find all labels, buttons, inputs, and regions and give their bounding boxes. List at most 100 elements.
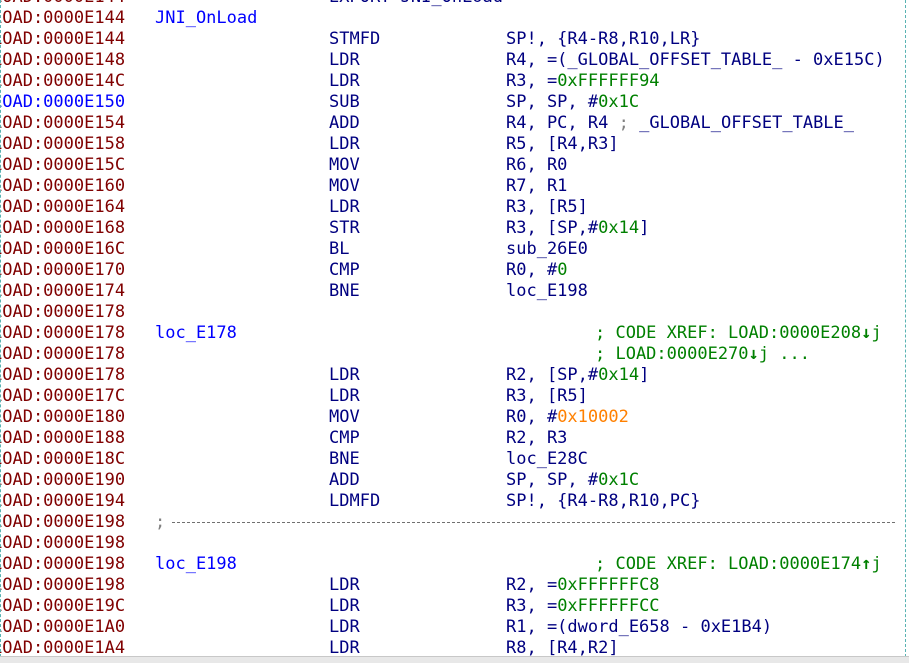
listing-row[interactable]: LOAD:0000E198 [0,533,909,554]
right-margin-guide [905,0,906,662]
instruction-operands: SP, SP, #0x1C [506,92,639,113]
arrow-down-icon: ↓ [748,344,759,364]
operand-text: SP!, {R4-R8,R10,PC} [506,491,701,511]
xref-comment[interactable]: ; CODE XREF: LOAD:0000E208↓j [595,323,882,344]
operand-number: 0xFFFFFFC8 [557,575,660,595]
operand-text: loc_E28C [506,449,588,469]
listing-row[interactable]: LOAD:0000E174 BNE loc_E198 [0,281,909,302]
operand-text: R3, = [506,596,558,616]
code-label: loc_E178 [155,323,237,343]
address: LOAD:0000E178 [0,344,126,364]
operand-text: SP, SP, # [506,470,599,490]
listing-row[interactable]: LOAD:0000E16C BL sub_26E0 [0,239,909,260]
instruction-operands: SP, SP, #0x1C [506,470,639,491]
xref-comment[interactable]: ; LOAD:0000E270↓j ... [595,344,810,365]
arrow-up-icon: ↑ [861,554,872,574]
address: LOAD:0000E178 [0,302,126,322]
instruction-operands: R1, =(dword_E658 - 0xE1B4) [506,617,772,638]
listing-row[interactable]: LOAD:0000E144 JNI_OnLoad [0,8,909,29]
xref-comment[interactable]: ; CODE XREF: LOAD:0000E174↑j [595,554,882,575]
listing-row[interactable]: LOAD:0000E190 ADD SP, SP, #0x1C [0,470,909,491]
instruction-mnemonic: MOV [329,155,360,175]
address: LOAD:0000E178 [0,323,126,343]
listing-row[interactable]: LOAD:0000E19C LDR R3, =0xFFFFFFCC [0,596,909,617]
instruction-operands: R0, #0x10002 [506,407,629,428]
address: LOAD:0000E15C [0,155,126,175]
listing-row[interactable]: LOAD:0000E158 LDR R5, [R4,R3] [0,134,909,155]
address: LOAD:0000E150 [0,92,126,112]
listing-row[interactable]: LOAD:0000E178 loc_E178 ; CODE XREF: LOAD:0… [0,323,909,344]
instruction-operands: R3, [R5] [506,386,588,407]
instruction-mnemonic: LDMFD [329,491,381,511]
code-label: loc_E198 [155,554,237,574]
address: LOAD:0000E148 [0,50,126,70]
listing-row[interactable]: LOAD:0000E18C BNE loc_E28C [0,449,909,470]
instruction-mnemonic: STMFD [329,29,381,49]
listing-row[interactable]: LOAD:0000E160 MOV R7, R1 [0,176,909,197]
operand-text: SP!, {R4-R8,R10,LR} [506,29,701,49]
operand-text: R8, [R4,R2] [506,638,619,658]
instruction-mnemonic: BNE [329,449,360,469]
instruction-operands: R3, =0xFFFFFF94 [506,71,660,92]
instruction-operands: SP!, {R4-R8,R10,LR} [506,29,700,50]
operand-number: 0x1C [598,470,640,490]
xref-text: ; CODE XREF: LOAD:0000E174 [595,554,862,574]
listing-row[interactable]: LOAD:0000E14C LDR R3, =0xFFFFFF94 [0,71,909,92]
instruction-operands: R5, [R4,R3] [506,134,619,155]
address: LOAD:0000E144 [0,8,126,28]
address: LOAD:0000E164 [0,197,126,217]
operand-text: sub_26E0 [506,239,588,259]
instruction-operands: SP!, {R4-R8,R10,PC} [506,491,700,512]
instruction-operands: loc_E198 [506,281,588,302]
listing-row[interactable]: LOAD:0000E15C MOV R6, R0 [0,155,909,176]
listing-row[interactable]: LOAD:0000E1A0 LDR R1, =(dword_E658 - 0xE1B… [0,617,909,638]
operand-number: 0x14 [598,365,640,385]
operand-text: R6, R0 [506,155,568,175]
operand-text: R0, # [506,407,558,427]
left-margin-guide [0,0,1,662]
address: LOAD:0000E180 [0,407,126,427]
operand-text: loc_E198 [506,281,588,301]
listing-row[interactable]: LOAD:0000E148 LDR R4, =(_GLOBAL_OFFSET_TAB… [0,50,909,71]
listing-row[interactable]: LOAD:0000E178 LDR R2, [SP,#0x14] [0,365,909,386]
listing-row[interactable]: LOAD:0000E170 CMP R0, #0 [0,260,909,281]
instruction-operands: R3, [SP,#0x14] [506,218,649,239]
listing-row[interactable]: LOAD:0000E178 ; LOAD:0000E270↓j ... [0,344,909,365]
address: LOAD:0000E16C [0,239,126,259]
instruction-mnemonic: BL [329,239,350,259]
listing-row[interactable]: LOAD:0000E178 [0,302,909,323]
address: LOAD:0000E194 [0,491,126,511]
listing-row[interactable]: LOAD:0000E17C LDR R3, [R5] [0,386,909,407]
listing-row[interactable]: LOAD:0000E168 STR R3, [SP,#0x14] [0,218,909,239]
listing-row[interactable]: LOAD:0000E198 loc_E198 ; CODE XREF: LOAD:0… [0,554,909,575]
instruction-mnemonic: LDR [329,596,360,616]
disassembly-listing[interactable]: LOAD:0000E144 EXPORT JNI_OnLoad LOAD:000… [0,0,909,659]
instruction-mnemonic: MOV [329,176,360,196]
operand-text: R3, [SP,# [506,218,599,238]
address: LOAD:0000E188 [0,428,126,448]
instruction-mnemonic: ADD [329,470,360,490]
separator-row[interactable]: LOAD:0000E198; [0,512,909,533]
instruction-operands: R7, R1 [506,176,567,197]
listing-row[interactable]: LOAD:0000E154 ADD R4, PC, R4 ; _GLOBAL_OFF… [0,113,909,134]
export-directive-row[interactable]: LOAD:0000E144 EXPORT JNI_OnLoad [0,0,909,8]
address: LOAD:0000E170 [0,260,126,280]
listing-row[interactable]: LOAD:0000E164 LDR R3, [R5] [0,197,909,218]
export-directive: EXPORT JNI_OnLoad [329,0,503,8]
listing-row[interactable]: LOAD:0000E194 LDMFD SP!, {R4-R8,R10,PC} [0,491,909,512]
listing-row[interactable]: LOAD:0000E188 CMP R2, R3 [0,428,909,449]
address: LOAD:0000E17C [0,386,126,406]
operand-text: R3, [R5] [506,386,588,406]
address: LOAD:0000E190 [0,470,126,490]
address: LOAD:0000E1A0 [0,617,126,637]
instruction-mnemonic: LDR [329,617,360,637]
listing-row[interactable]: LOAD:0000E144 STMFD SP!, {R4-R8,R10,LR} [0,29,909,50]
listing-row[interactable]: LOAD:0000E180 MOV R0, #0x10002 [0,407,909,428]
separator-semicolon: ; [155,512,166,532]
instruction-mnemonic: CMP [329,428,360,448]
address: LOAD:0000E144 [0,0,125,8]
instruction-mnemonic: LDR [329,197,360,217]
address: LOAD:0000E14C [0,71,126,91]
listing-row[interactable]: LOAD:0000E198 LDR R2, =0xFFFFFFC8 [0,575,909,596]
listing-row[interactable]: LOAD:0000E150 SUB SP, SP, #0x1C [0,92,909,113]
